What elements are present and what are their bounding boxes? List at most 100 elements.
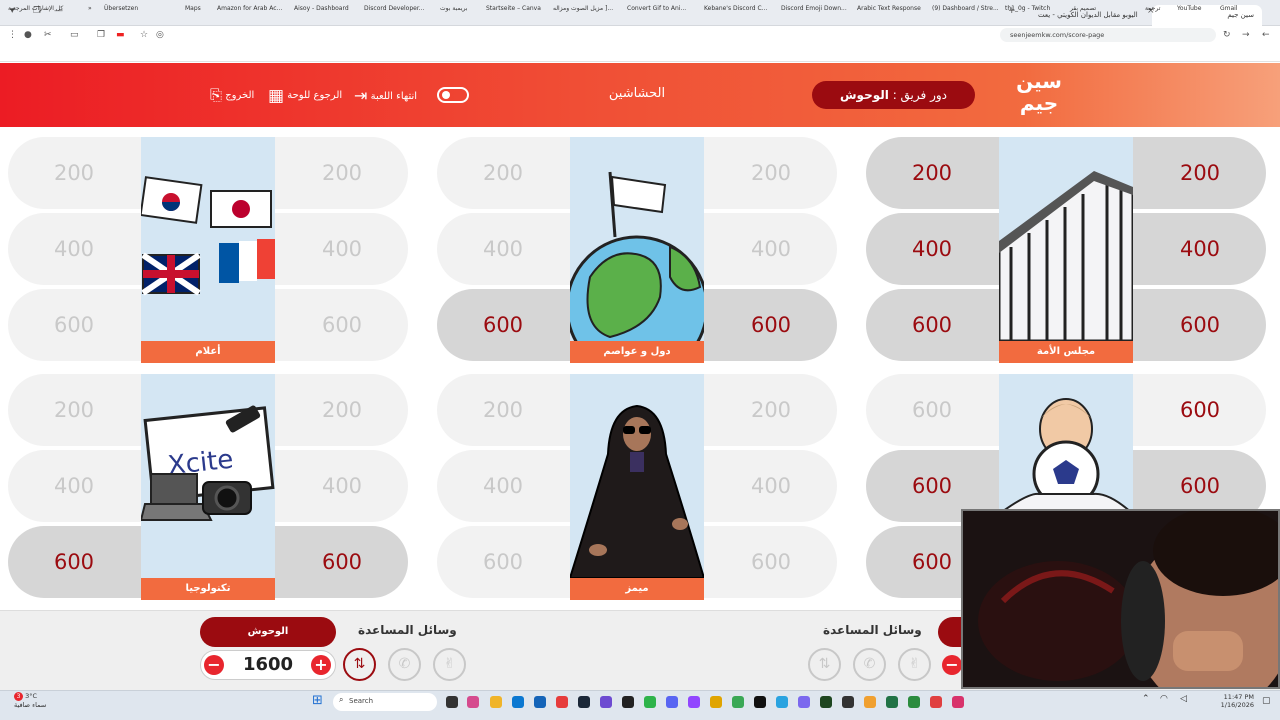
category-card-parliament[interactable]: مجلس الأمة xyxy=(999,137,1133,363)
team2-score-minus-button[interactable]: − xyxy=(942,655,962,675)
category-card-technology[interactable]: Xcite تكنولوجيا xyxy=(141,374,275,600)
address-bar[interactable]: seenjeemkw.com/score-page xyxy=(1000,28,1216,42)
question-value-left: 400 xyxy=(482,474,524,498)
clock-date: 1/16/2026 xyxy=(1220,701,1254,709)
app-icon[interactable] xyxy=(930,696,942,708)
app-icon[interactable] xyxy=(732,696,744,708)
question-value-right: 600 xyxy=(750,550,792,574)
bookmark-item[interactable]: Kebane's Discord C... xyxy=(704,5,767,12)
bookmark-item[interactable]: بريمبة بوت xyxy=(440,5,467,12)
back-to-board-label: الرجوع للوحة xyxy=(287,90,343,101)
volume-icon[interactable]: ◁ xyxy=(1180,694,1187,704)
spotify-icon[interactable] xyxy=(644,696,656,708)
youtube-ext-icon[interactable]: ▬ xyxy=(116,30,125,40)
bookmarks-chevron-icon[interactable]: » xyxy=(88,5,92,12)
steam-icon[interactable] xyxy=(578,696,590,708)
task-view-icon[interactable] xyxy=(446,696,458,708)
copy-icon[interactable]: ❐ xyxy=(97,30,105,40)
hide-eye-icon[interactable]: ◎ xyxy=(156,30,164,40)
edge-icon[interactable] xyxy=(512,696,524,708)
back-to-board-control[interactable]: الرجوع للوحة ▦ xyxy=(268,86,342,106)
notifications-icon[interactable]: ▢ xyxy=(1262,696,1271,706)
url-text: seenjeemkw.com/score-page xyxy=(1010,31,1105,39)
score-plus-button[interactable]: + xyxy=(311,655,331,675)
weather-widget[interactable]: 3 3°C سماء صافية xyxy=(14,692,46,709)
bookmark-item[interactable]: Startseite – Canva xyxy=(486,5,541,12)
app-icon[interactable] xyxy=(798,696,810,708)
two-answers-aid-icon[interactable]: ✌ xyxy=(898,648,931,681)
question-value-right: 200 xyxy=(321,398,363,422)
category-card-flags[interactable]: أعلام xyxy=(141,137,275,363)
bookmark-item[interactable]: مزيل الصوت ومزاله ]... xyxy=(553,5,613,12)
tab-seenjeem[interactable]: سين جيم xyxy=(1152,5,1262,26)
taskbar-search[interactable]: Search xyxy=(333,693,437,711)
category-card-memes[interactable]: ميمز xyxy=(570,374,704,600)
app-icon[interactable] xyxy=(842,696,854,708)
exit-control[interactable]: الخروج ⎘ xyxy=(210,86,254,104)
bookmark-item[interactable]: Amazon for Arab Ac... xyxy=(217,5,282,12)
chrome-icon[interactable] xyxy=(556,696,568,708)
windows-start-icon[interactable]: ⊞ xyxy=(312,693,323,708)
webcam-feed xyxy=(963,511,1278,687)
question-value-left: 600 xyxy=(53,313,95,337)
search-icon: ⌕ xyxy=(339,695,344,704)
score-minus-button[interactable]: − xyxy=(204,655,224,675)
telegram-icon[interactable] xyxy=(776,696,788,708)
bookmark-item[interactable]: Gmail xyxy=(1220,5,1238,12)
end-game-toggle[interactable] xyxy=(437,87,469,103)
bookmark-item[interactable]: Discord Developer... xyxy=(364,5,425,12)
capcut-icon[interactable] xyxy=(754,696,766,708)
end-game-control[interactable]: انتهاء اللعبة ⇥ xyxy=(354,86,417,105)
store-icon[interactable] xyxy=(534,696,546,708)
excel-icon[interactable] xyxy=(886,696,898,708)
sidebar-icon[interactable]: ▭ xyxy=(70,30,79,40)
file-explorer-icon[interactable] xyxy=(490,696,502,708)
bookmark-item[interactable]: th1_0g - Twitch xyxy=(1005,5,1050,12)
question-value-left: 600 xyxy=(482,313,524,337)
bookmark-star-icon[interactable]: ☆ xyxy=(140,30,148,40)
call-friend-aid-icon[interactable]: ✆ xyxy=(388,648,421,681)
question-value-left: 200 xyxy=(53,398,95,422)
question-value-left: 200 xyxy=(911,161,953,185)
bookmark-item[interactable]: Übersetzen xyxy=(104,5,138,12)
bookmark-item[interactable]: Arabic Text Response xyxy=(857,5,921,12)
question-value-right: 600 xyxy=(321,550,363,574)
terminal-icon[interactable] xyxy=(820,696,832,708)
question-value-right: 400 xyxy=(750,237,792,261)
category-card-countries-capitals[interactable]: دول و عواصم xyxy=(570,137,704,363)
wifi-icon[interactable]: ◠ xyxy=(1160,694,1168,704)
back-icon[interactable]: ← xyxy=(1262,30,1270,40)
discord-icon[interactable] xyxy=(666,696,678,708)
reload-icon[interactable]: ↻ xyxy=(1223,30,1231,40)
bookmark-item[interactable]: Maps xyxy=(185,5,201,12)
question-value-right: 600 xyxy=(750,313,792,337)
menu-dots-icon[interactable]: ⋮ xyxy=(8,30,17,40)
profile-icon[interactable]: ● xyxy=(24,30,32,40)
extensions-icon[interactable]: ✂ xyxy=(44,30,52,40)
swap-question-aid-icon[interactable]: ⇅ xyxy=(808,648,841,681)
tray-chevron-icon[interactable]: ⌃ xyxy=(1142,694,1150,704)
app-icon[interactable] xyxy=(908,696,920,708)
bookmark-item[interactable]: تصميم بقر xyxy=(1070,5,1096,12)
bookmark-item[interactable]: Aisoy - Dashboard xyxy=(294,5,349,12)
app-icon[interactable] xyxy=(952,696,964,708)
app-icon[interactable] xyxy=(622,696,634,708)
app-icon[interactable] xyxy=(864,696,876,708)
clock[interactable]: 11:47 PM 1/16/2026 xyxy=(1220,693,1254,709)
twitch-icon[interactable] xyxy=(688,696,700,708)
copilot-icon[interactable] xyxy=(467,696,479,708)
two-answers-aid-icon[interactable]: ✌ xyxy=(433,648,466,681)
end-game-icon: ⇥ xyxy=(354,86,368,105)
bookmark-item[interactable]: ترجمة xyxy=(1145,5,1160,12)
obs-icon[interactable] xyxy=(600,696,612,708)
swap-question-aid-icon[interactable]: ⇅ xyxy=(343,648,376,681)
bookmark-item[interactable]: YouTube xyxy=(1177,5,1201,12)
app-icon[interactable] xyxy=(710,696,722,708)
call-friend-aid-icon[interactable]: ✆ xyxy=(853,648,886,681)
forward-icon[interactable]: → xyxy=(1242,30,1250,40)
bookmark-item[interactable]: Discord Emoji Down... xyxy=(781,5,847,12)
bookmark-all[interactable]: كل الإشارات المرجعية xyxy=(8,5,63,12)
bookmark-item[interactable]: Convert Gif to Ani... xyxy=(627,5,686,12)
exit-door-icon: ⎘ xyxy=(210,86,223,104)
bookmark-item[interactable]: (9) Dashboard / Stre... xyxy=(932,5,999,12)
